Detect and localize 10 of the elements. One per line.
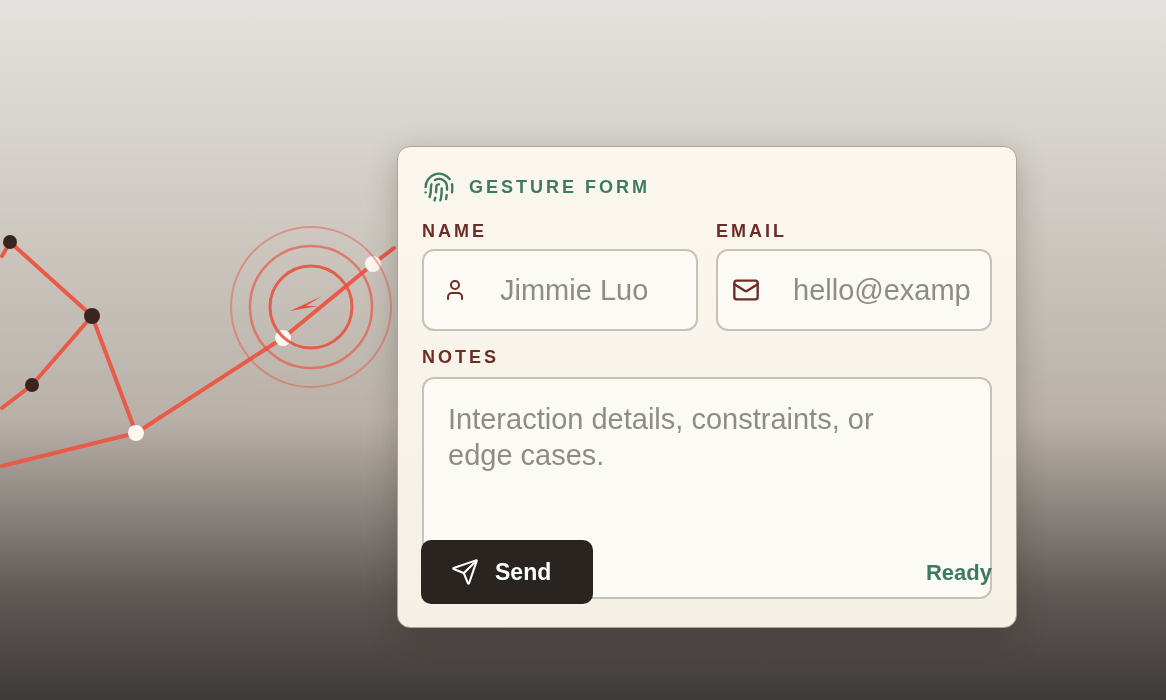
status-text: Ready bbox=[925, 560, 992, 586]
name-field[interactable]: Jimmie Luo bbox=[422, 249, 698, 331]
send-icon bbox=[451, 558, 479, 586]
email-field[interactable]: hello@examp bbox=[716, 249, 992, 331]
field-label: EMAIL bbox=[716, 220, 787, 242]
fingerprint-icon bbox=[423, 171, 455, 203]
form-title: GESTURE FORM bbox=[469, 176, 650, 198]
field-label: NOTES bbox=[422, 346, 499, 368]
field-label: NAME bbox=[422, 220, 487, 242]
send-button[interactable]: Send bbox=[421, 540, 593, 604]
